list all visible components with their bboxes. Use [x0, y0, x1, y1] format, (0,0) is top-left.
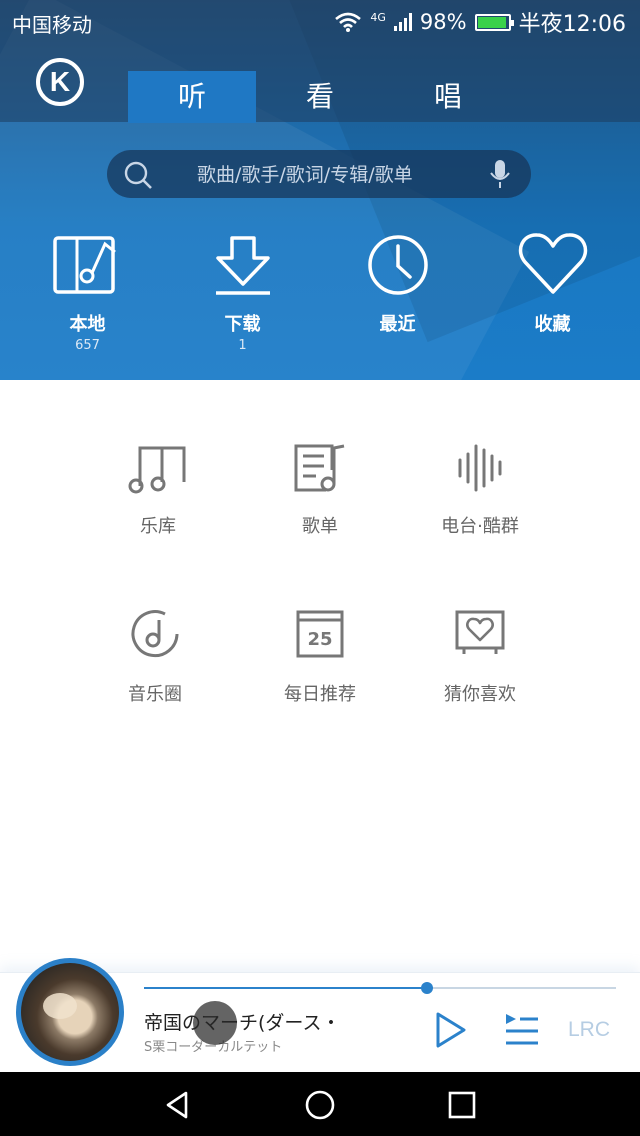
- calendar-day: 25: [307, 629, 332, 650]
- quick-item-recent[interactable]: 最近: [320, 230, 475, 336]
- status-right: 4G 98% 半夜12:06: [334, 7, 626, 37]
- heart-tv-icon: [455, 610, 505, 654]
- carrier-name: 中国移动: [12, 13, 92, 37]
- quick-count-download: 1: [238, 338, 247, 353]
- lyrics-button[interactable]: LRC: [568, 1018, 610, 1042]
- progress-bar[interactable]: [144, 982, 616, 994]
- grid-item-library[interactable]: 乐库: [78, 442, 238, 538]
- play-button[interactable]: [430, 1010, 470, 1050]
- grid-label-library: 乐库: [140, 516, 176, 537]
- app-screen: 中国移动 4G 98% 半夜12:06 K 听 看 唱 歌曲/歌手/歌词/专辑/…: [0, 0, 640, 1136]
- kugou-logo-icon[interactable]: K: [36, 58, 84, 106]
- header-panel: 中国移动 4G 98% 半夜12:06 K 听 看 唱 歌曲/歌手/歌词/专辑/…: [0, 0, 640, 380]
- clock-icon: [367, 235, 428, 295]
- quick-item-download[interactable]: 下载 1: [165, 230, 320, 353]
- quick-label-recent: 最近: [379, 314, 416, 335]
- album-cover[interactable]: [16, 958, 124, 1066]
- quick-count-local: 657: [75, 338, 100, 353]
- tab-sing[interactable]: 唱: [384, 71, 512, 123]
- battery-percent: 98%: [419, 10, 467, 34]
- grid-label-playlist: 歌单: [302, 516, 338, 537]
- top-tabs: 听 看 唱: [128, 71, 512, 123]
- progress-fill: [144, 987, 428, 989]
- radio-icon: [458, 444, 502, 492]
- grid-item-guess[interactable]: 猜你喜欢: [400, 606, 560, 706]
- grid-label-music-circle: 音乐圈: [128, 684, 182, 705]
- grid-label-radio: 电台·酷群: [441, 516, 519, 537]
- microphone-icon[interactable]: [489, 159, 511, 189]
- song-artist: S栗コーダーカルテット: [144, 1040, 283, 1055]
- back-icon[interactable]: [162, 1089, 194, 1121]
- playlist-queue-icon[interactable]: [504, 1012, 540, 1046]
- tab-watch[interactable]: 看: [256, 71, 384, 123]
- recent-apps-icon[interactable]: [446, 1089, 478, 1121]
- playlist-icon: [294, 444, 345, 492]
- quick-item-favorite[interactable]: 收藏: [475, 230, 630, 336]
- signal-icon: [393, 13, 412, 31]
- song-title: 帝国のマーチ(ダース・: [144, 1012, 341, 1034]
- search-icon: [124, 161, 152, 189]
- home-icon[interactable]: [304, 1089, 336, 1121]
- grid-item-radio[interactable]: 电台·酷群: [400, 442, 560, 538]
- grid-item-playlist[interactable]: 歌单: [240, 442, 400, 538]
- battery-icon: [474, 13, 514, 31]
- grid-label-daily: 每日推荐: [284, 684, 356, 705]
- music-library-icon: [128, 446, 186, 494]
- quick-label-local: 本地: [69, 314, 106, 335]
- search-placeholder: 歌曲/歌手/歌词/专辑/歌单: [197, 164, 413, 186]
- calendar-icon: 25: [296, 610, 344, 658]
- local-music-icon: [52, 236, 116, 294]
- search-bar[interactable]: 歌曲/歌手/歌词/专辑/歌单: [107, 150, 531, 198]
- quick-item-local[interactable]: 本地 657: [10, 230, 165, 353]
- clock-time: 半夜12:06: [518, 12, 626, 37]
- touch-indicator: [193, 1001, 237, 1045]
- grid-label-guess: 猜你喜欢: [444, 684, 516, 705]
- heart-icon: [518, 233, 587, 294]
- status-bar: 中国移动 4G 98% 半夜12:06: [0, 0, 640, 44]
- network-type: 4G: [370, 10, 386, 24]
- quick-label-download: 下载: [224, 314, 261, 335]
- tab-listen[interactable]: 听: [128, 71, 256, 123]
- quick-label-favorite: 收藏: [534, 314, 571, 335]
- quick-access-row: 本地 657 下载 1 最近 收藏: [0, 230, 640, 370]
- music-circle-icon: [131, 610, 179, 658]
- grid-item-music-circle[interactable]: 音乐圈: [75, 606, 235, 706]
- download-icon: [215, 236, 270, 295]
- album-art-image: [21, 963, 119, 1061]
- system-nav-bar: [0, 1072, 640, 1136]
- wifi-icon: [335, 12, 362, 32]
- grid-item-daily[interactable]: 25 每日推荐: [240, 606, 400, 706]
